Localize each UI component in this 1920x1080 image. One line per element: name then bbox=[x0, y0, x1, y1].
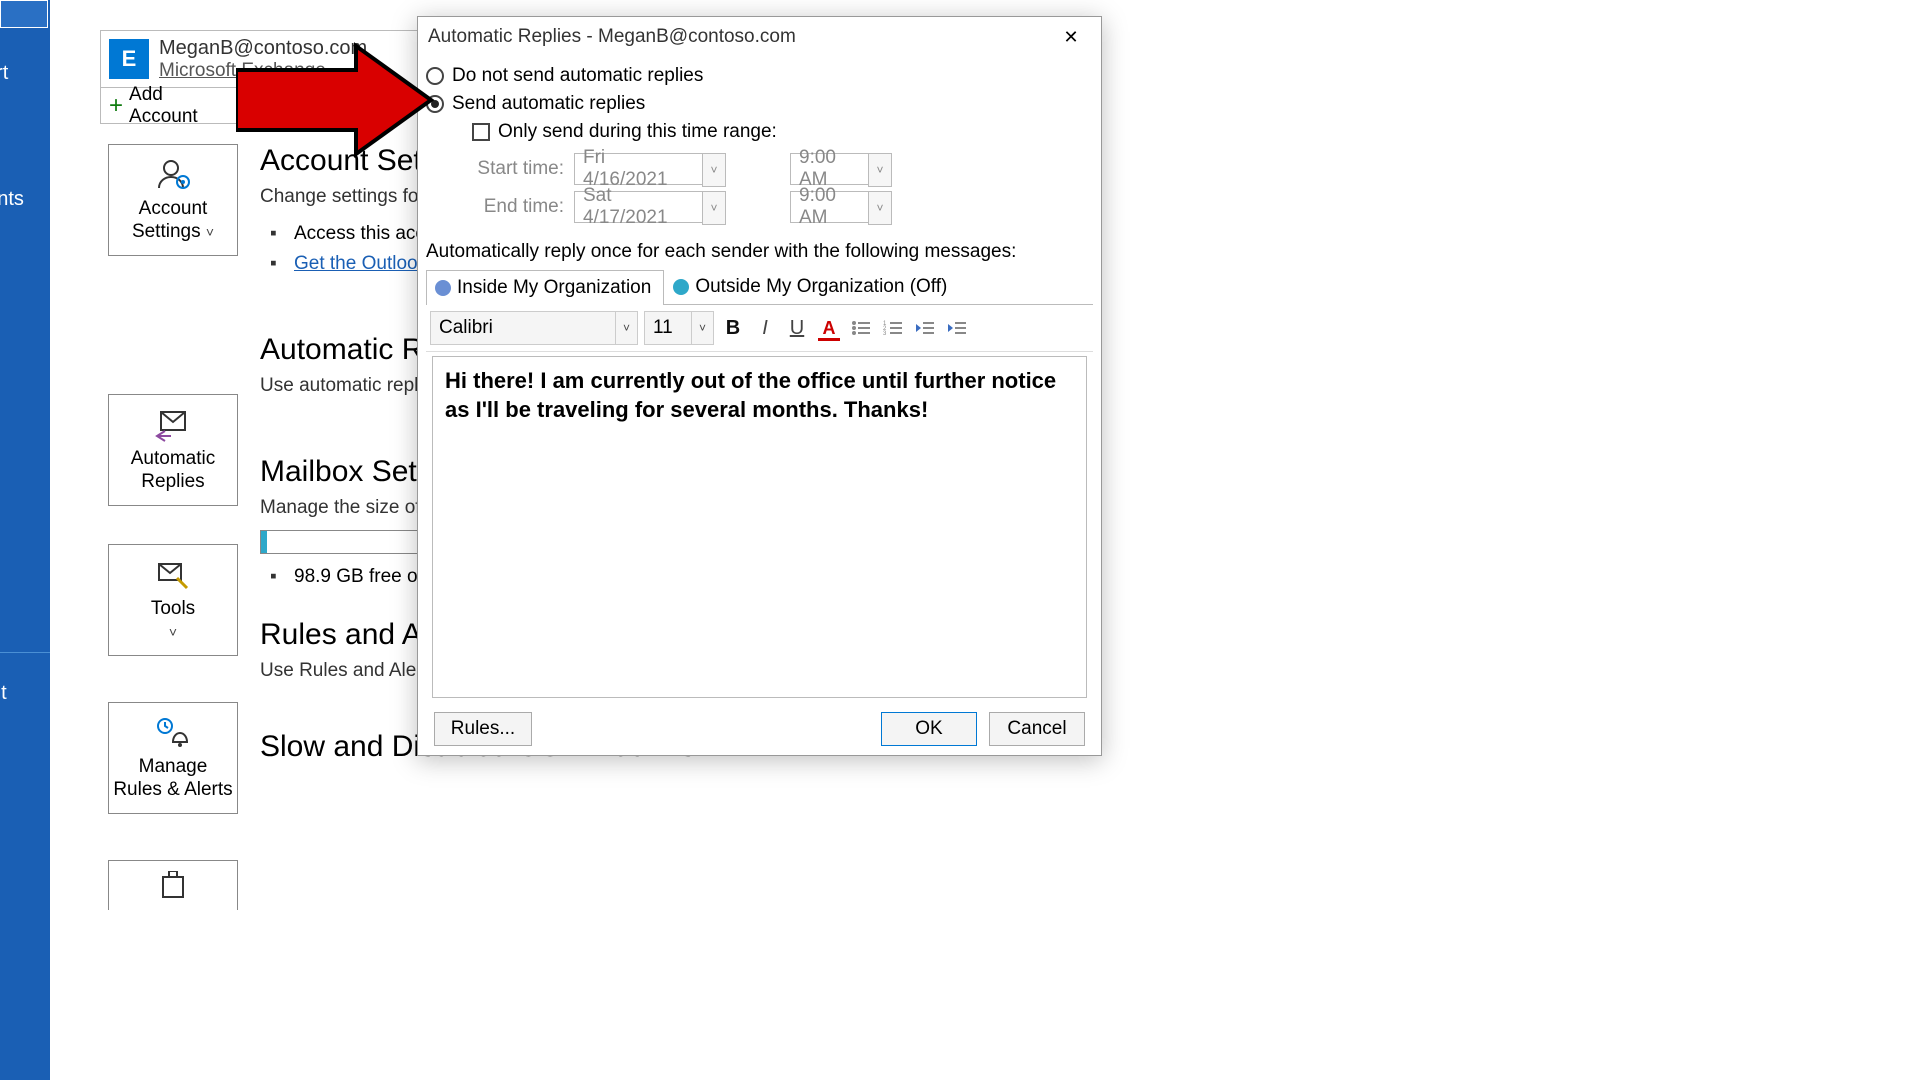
card-label: Account bbox=[139, 198, 208, 219]
radio-icon bbox=[426, 95, 444, 113]
dialog-title: Automatic Replies - MeganB@contoso.com bbox=[428, 26, 796, 48]
account-type: Microsoft Exchange bbox=[159, 60, 367, 82]
radio-send-automatic[interactable]: Send automatic replies bbox=[426, 93, 1093, 115]
plus-icon: + bbox=[109, 92, 123, 120]
close-icon: ✕ bbox=[1063, 27, 1078, 48]
font-family-value: Calibri bbox=[430, 311, 616, 345]
end-date-value: Sat 4/17/2021 bbox=[574, 191, 702, 223]
svg-text:3: 3 bbox=[883, 331, 887, 337]
ok-button[interactable]: OK bbox=[881, 712, 977, 746]
add-account-button[interactable]: + Add Account bbox=[100, 88, 244, 124]
start-time-label: Start time: bbox=[472, 158, 564, 180]
chevron-down-icon: ˅ bbox=[702, 191, 726, 225]
bullet-list-button[interactable] bbox=[848, 315, 874, 341]
nav-item-partial-2[interactable]: nents bbox=[0, 188, 24, 211]
nav-selected-indicator bbox=[0, 0, 48, 28]
start-date-value: Fri 4/16/2021 bbox=[574, 153, 702, 185]
account-email: MeganB@contoso.com bbox=[159, 37, 367, 60]
reply-hint-text: Automatically reply once for each sender… bbox=[426, 241, 1093, 263]
numbered-list-button[interactable]: 123 bbox=[880, 315, 906, 341]
card-automatic-replies[interactable]: AutomaticReplies bbox=[108, 394, 238, 506]
checkbox-icon bbox=[472, 123, 490, 141]
decrease-indent-button[interactable] bbox=[912, 315, 938, 341]
radio-do-not-send[interactable]: Do not send automatic replies bbox=[426, 65, 1093, 87]
radio-label: Send automatic replies bbox=[452, 93, 645, 115]
close-button[interactable]: ✕ bbox=[1051, 17, 1091, 57]
nav-divider bbox=[0, 652, 50, 653]
tab-label: Inside My Organization bbox=[457, 277, 651, 299]
format-toolbar: Calibri ˅ 11 ˅ B I U A 123 bbox=[426, 305, 1093, 352]
increase-indent-button[interactable] bbox=[944, 315, 970, 341]
cancel-button[interactable]: Cancel bbox=[989, 712, 1085, 746]
checkbox-time-range[interactable]: Only send during this time range: bbox=[472, 121, 1093, 143]
mailbox-usage-bar bbox=[260, 530, 420, 554]
nav-item-partial-1[interactable]: ort bbox=[0, 62, 8, 85]
font-size-dropdown[interactable]: 11 ˅ bbox=[644, 311, 714, 345]
backstage-nav-strip: ort nents nt bbox=[0, 0, 50, 1080]
start-time-value: 9:00 AM bbox=[790, 153, 868, 185]
add-account-label: Add Account bbox=[129, 84, 235, 128]
card-manage-rules[interactable]: ManageRules & Alerts bbox=[108, 702, 238, 814]
automatic-replies-dialog: Automatic Replies - MeganB@contoso.com ✕… bbox=[417, 16, 1102, 756]
end-time-label: End time: bbox=[472, 196, 564, 218]
org-inside-icon bbox=[435, 280, 451, 296]
nav-item-partial-3[interactable]: nt bbox=[0, 682, 7, 705]
org-outside-icon bbox=[673, 279, 689, 295]
font-size-value: 11 bbox=[644, 311, 692, 345]
font-color-icon: A bbox=[818, 318, 840, 338]
radio-icon bbox=[426, 67, 444, 85]
reply-message-editor[interactable]: Hi there! I am currently out of the offi… bbox=[432, 356, 1087, 698]
tab-outside-org[interactable]: Outside My Organization (Off) bbox=[664, 269, 960, 304]
chevron-down-icon: ˅ bbox=[868, 153, 892, 187]
radio-label: Do not send automatic replies bbox=[452, 65, 703, 87]
chevron-down-icon: ˅ bbox=[616, 311, 638, 345]
exchange-logo-icon: E bbox=[109, 39, 149, 79]
user-gear-icon bbox=[153, 156, 193, 192]
card-com-addins[interactable] bbox=[108, 860, 238, 910]
end-date-dropdown[interactable]: Sat 4/17/2021 ˅ bbox=[574, 191, 726, 223]
chevron-down-icon: ˅ bbox=[169, 624, 177, 640]
chevron-down-icon: ˅ bbox=[206, 224, 214, 240]
card-tools[interactable]: Tools ˅ bbox=[108, 544, 238, 656]
card-account-settings[interactable]: AccountSettings ˅ bbox=[108, 144, 238, 256]
start-time-dropdown[interactable]: 9:00 AM ˅ bbox=[790, 153, 892, 185]
bold-button[interactable]: B bbox=[720, 315, 746, 341]
rules-button[interactable]: Rules... bbox=[434, 712, 532, 746]
italic-button[interactable]: I bbox=[752, 315, 778, 341]
card-label: Manage bbox=[139, 756, 208, 777]
font-family-dropdown[interactable]: Calibri ˅ bbox=[430, 311, 638, 345]
account-dropdown[interactable]: E MeganB@contoso.com Microsoft Exchange bbox=[100, 30, 418, 88]
card-label: Automatic bbox=[131, 448, 215, 469]
chevron-down-icon: ˅ bbox=[702, 153, 726, 187]
checkbox-label: Only send during this time range: bbox=[498, 121, 777, 143]
start-date-dropdown[interactable]: Fri 4/16/2021 ˅ bbox=[574, 153, 726, 185]
tab-inside-org[interactable]: Inside My Organization bbox=[426, 270, 664, 305]
end-time-value: 9:00 AM bbox=[790, 191, 868, 223]
end-time-dropdown[interactable]: 9:00 AM ˅ bbox=[790, 191, 892, 223]
rules-alerts-icon bbox=[153, 714, 193, 750]
addin-icon bbox=[153, 871, 193, 901]
card-label: Tools bbox=[151, 598, 195, 619]
font-color-button[interactable]: A bbox=[816, 315, 842, 341]
chevron-down-icon: ˅ bbox=[692, 311, 714, 345]
auto-reply-icon bbox=[153, 406, 193, 442]
mailbox-tools-icon bbox=[153, 556, 193, 592]
chevron-down-icon: ˅ bbox=[868, 191, 892, 225]
tab-label: Outside My Organization (Off) bbox=[695, 276, 947, 298]
underline-button[interactable]: U bbox=[784, 315, 810, 341]
